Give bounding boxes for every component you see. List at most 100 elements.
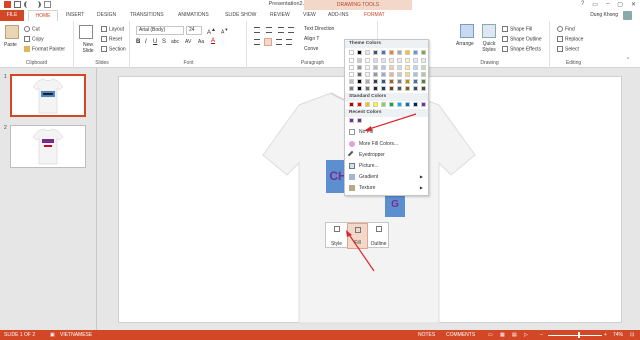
zoom-slider-thumb[interactable] bbox=[578, 332, 580, 338]
theme-color-swatch[interactable] bbox=[397, 79, 402, 84]
new-slide-icon[interactable] bbox=[79, 25, 93, 39]
new-slide-button[interactable]: New Slide bbox=[77, 42, 99, 54]
tab-add-ins[interactable]: ADD-INS bbox=[328, 10, 349, 21]
theme-color-swatch[interactable] bbox=[421, 72, 426, 77]
copy-button[interactable]: Copy bbox=[24, 36, 44, 42]
theme-color-swatch[interactable] bbox=[389, 86, 394, 91]
convert-smartart-button[interactable]: Conve bbox=[304, 46, 318, 52]
tab-transitions[interactable]: TRANSITIONS bbox=[130, 10, 164, 21]
theme-color-swatch[interactable] bbox=[389, 58, 394, 63]
layout-button[interactable]: Layout bbox=[101, 26, 124, 32]
standard-color-swatch[interactable] bbox=[405, 102, 410, 107]
font-name-combo[interactable]: Arial (Body) bbox=[136, 26, 184, 35]
theme-color-swatch[interactable] bbox=[357, 50, 362, 55]
tab-file[interactable]: FILE bbox=[0, 10, 24, 21]
recent-color-swatch[interactable] bbox=[349, 118, 354, 123]
theme-color-swatch[interactable] bbox=[413, 65, 418, 70]
tab-format[interactable]: FORMAT bbox=[364, 10, 385, 21]
ribbon-display-button[interactable]: ▭ bbox=[592, 1, 598, 8]
theme-color-swatch[interactable] bbox=[413, 58, 418, 63]
theme-color-swatch[interactable] bbox=[421, 79, 426, 84]
theme-color-swatch[interactable] bbox=[397, 65, 402, 70]
arrange-button[interactable]: Arrange bbox=[456, 41, 474, 47]
theme-color-swatch[interactable] bbox=[421, 86, 426, 91]
theme-color-swatch[interactable] bbox=[413, 86, 418, 91]
theme-color-swatch[interactable] bbox=[421, 58, 426, 63]
theme-color-swatch[interactable] bbox=[365, 50, 370, 55]
justify-icon[interactable] bbox=[286, 39, 292, 45]
theme-color-swatch[interactable] bbox=[421, 50, 426, 55]
shape-effects-button[interactable]: Shape Effects bbox=[502, 46, 541, 52]
zoom-level[interactable]: 74% bbox=[613, 330, 623, 340]
more-fill-colors-item[interactable]: More Fill Colors... bbox=[347, 139, 427, 149]
text-direction-button[interactable]: Text Direction bbox=[304, 26, 334, 32]
standard-color-swatch[interactable] bbox=[413, 102, 418, 107]
theme-color-swatch[interactable] bbox=[349, 58, 354, 63]
theme-color-swatch[interactable] bbox=[373, 58, 378, 63]
increase-indent-icon[interactable] bbox=[288, 27, 294, 33]
theme-color-swatch[interactable] bbox=[389, 65, 394, 70]
arrange-icon[interactable] bbox=[460, 24, 474, 38]
paste-icon[interactable] bbox=[5, 25, 19, 39]
font-color-button[interactable]: A bbox=[211, 38, 215, 44]
theme-color-swatch[interactable] bbox=[381, 65, 386, 70]
decrease-indent-icon[interactable] bbox=[278, 27, 284, 33]
numbering-icon[interactable] bbox=[266, 27, 272, 33]
theme-color-swatch[interactable] bbox=[389, 50, 394, 55]
format-painter-button[interactable]: Format Painter bbox=[24, 46, 65, 52]
align-center-icon[interactable] bbox=[264, 38, 272, 46]
theme-color-swatch[interactable] bbox=[365, 79, 370, 84]
standard-color-swatch[interactable] bbox=[397, 102, 402, 107]
align-left-icon[interactable] bbox=[254, 39, 260, 45]
picture-item[interactable]: Picture... bbox=[347, 161, 427, 171]
standard-color-swatch[interactable] bbox=[349, 102, 354, 107]
user-name[interactable]: Dung Khong bbox=[590, 10, 618, 21]
theme-color-swatch[interactable] bbox=[365, 58, 370, 63]
theme-color-swatch[interactable] bbox=[405, 65, 410, 70]
pane-divider[interactable] bbox=[96, 68, 97, 330]
minimize-button[interactable]: – bbox=[606, 1, 609, 8]
quick-styles-button[interactable]: Quick Styles bbox=[480, 41, 498, 53]
zoom-slider[interactable] bbox=[548, 334, 602, 336]
theme-color-swatch[interactable] bbox=[405, 58, 410, 63]
section-button[interactable]: Section bbox=[101, 46, 126, 52]
theme-color-swatch[interactable] bbox=[357, 72, 362, 77]
zoom-in-button[interactable]: + bbox=[604, 330, 607, 340]
italic-button[interactable]: I bbox=[145, 39, 147, 45]
tab-slide-show[interactable]: SLIDE SHOW bbox=[225, 10, 256, 21]
theme-color-swatch[interactable] bbox=[405, 79, 410, 84]
avatar[interactable] bbox=[623, 11, 632, 20]
slideshow-icon[interactable]: ▷ bbox=[524, 330, 528, 340]
align-text-button[interactable]: Align T bbox=[304, 36, 319, 42]
theme-color-swatch[interactable] bbox=[349, 50, 354, 55]
find-button[interactable]: Find bbox=[557, 26, 575, 32]
tab-design[interactable]: DESIGN bbox=[97, 10, 116, 21]
standard-color-swatch[interactable] bbox=[357, 102, 362, 107]
theme-color-swatch[interactable] bbox=[373, 86, 378, 91]
theme-color-swatch[interactable] bbox=[373, 72, 378, 77]
theme-color-swatch[interactable] bbox=[365, 86, 370, 91]
theme-color-swatch[interactable] bbox=[349, 79, 354, 84]
theme-color-swatch[interactable] bbox=[413, 72, 418, 77]
char-spacing-button[interactable]: AV bbox=[185, 39, 191, 45]
grow-font-button[interactable]: A▲ bbox=[207, 27, 216, 36]
change-case-button[interactable]: Aa bbox=[198, 39, 204, 45]
tab-home[interactable]: HOME bbox=[28, 10, 58, 21]
cut-button[interactable]: Cut bbox=[24, 26, 40, 32]
collapse-ribbon-icon[interactable]: ⌃ bbox=[626, 57, 630, 63]
slide-thumbnail-1[interactable] bbox=[10, 74, 86, 117]
proofing-icon[interactable]: ▣ bbox=[50, 330, 55, 340]
zoom-out-button[interactable]: – bbox=[540, 330, 543, 340]
theme-color-swatch[interactable] bbox=[405, 86, 410, 91]
language-indicator[interactable]: VIETNAMESE bbox=[60, 330, 92, 340]
shape-fill-button[interactable]: Shape Fill bbox=[502, 26, 532, 32]
underline-button[interactable]: U bbox=[153, 39, 157, 45]
bullets-icon[interactable] bbox=[254, 27, 260, 33]
theme-color-swatch[interactable] bbox=[373, 79, 378, 84]
theme-color-swatch[interactable] bbox=[373, 65, 378, 70]
theme-color-swatch[interactable] bbox=[397, 58, 402, 63]
theme-color-swatch[interactable] bbox=[349, 72, 354, 77]
theme-color-swatch[interactable] bbox=[397, 72, 402, 77]
textbox-right[interactable]: G bbox=[385, 193, 405, 217]
shadow-button[interactable]: abc bbox=[171, 39, 179, 45]
